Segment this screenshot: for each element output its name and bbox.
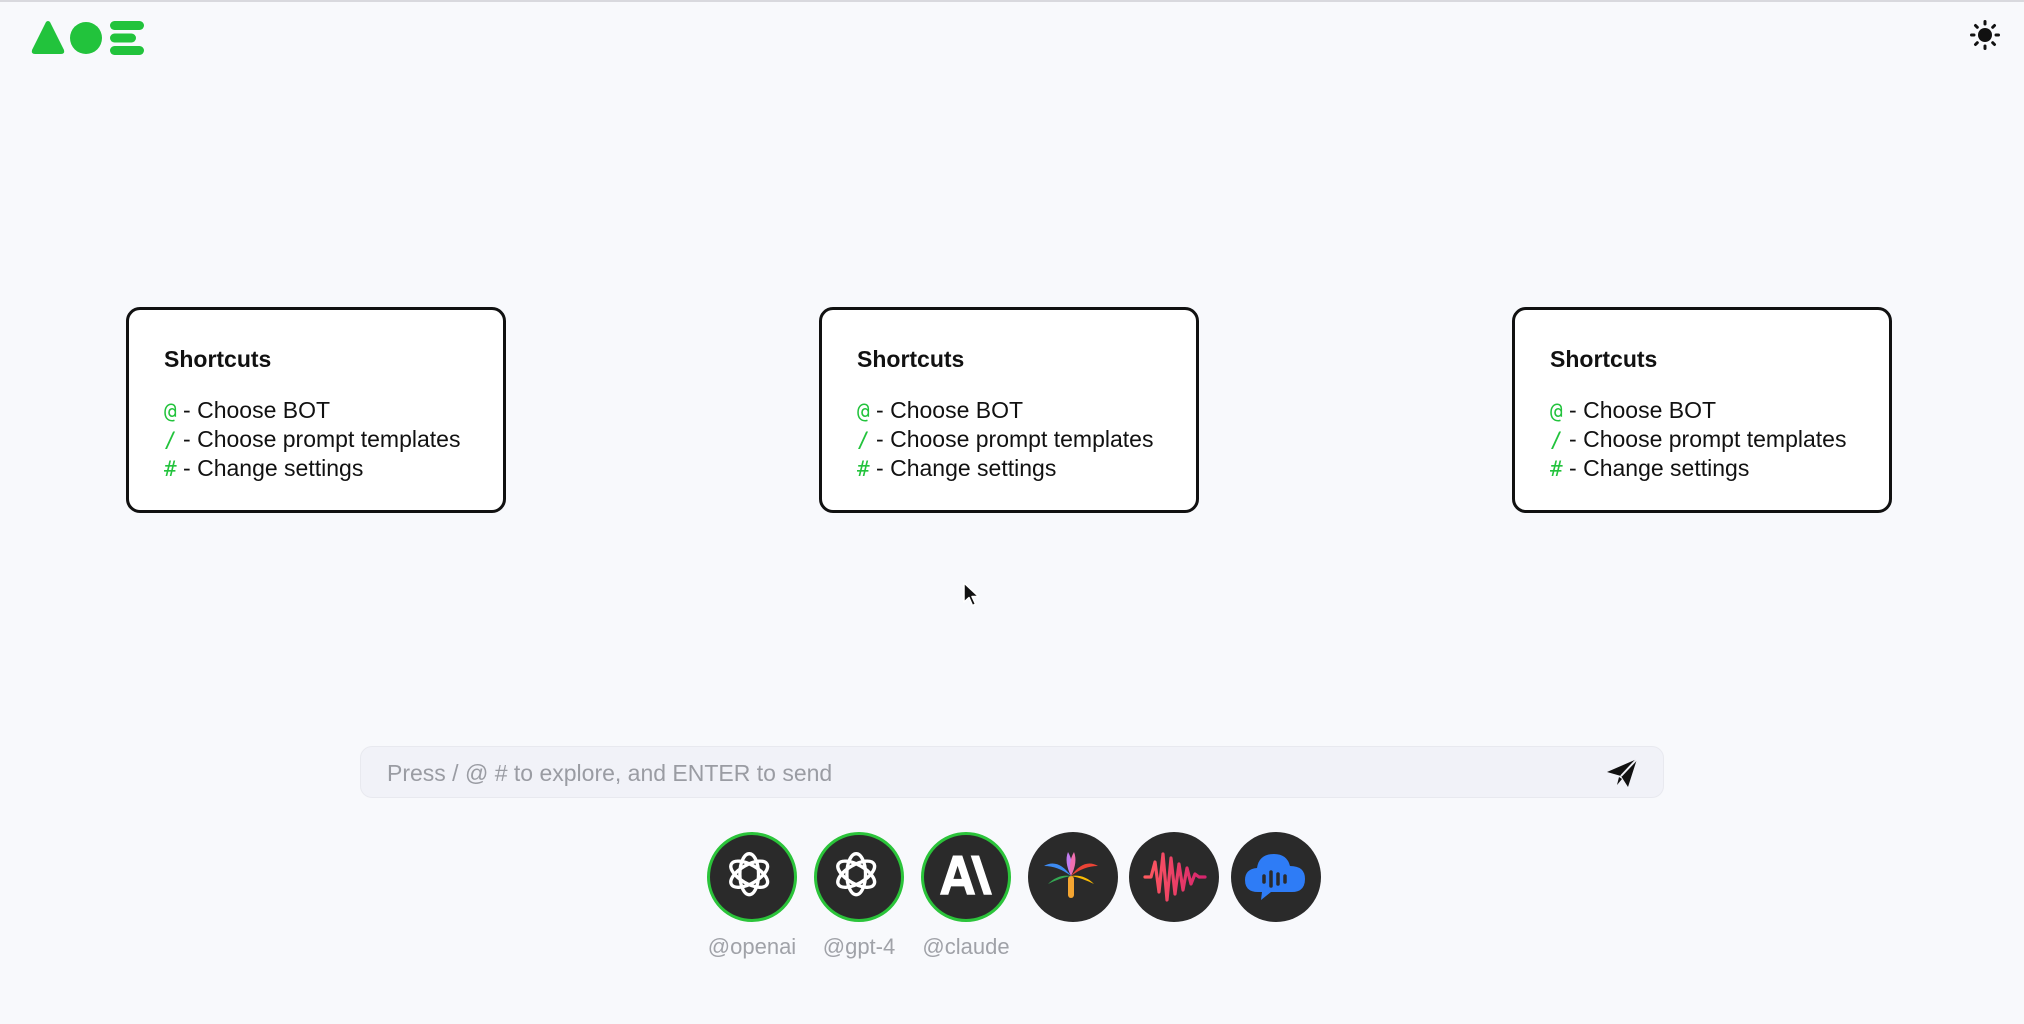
chat-input[interactable] — [385, 747, 1569, 799]
shortcut-desc: - Change settings — [869, 455, 1057, 481]
shortcut-row: @ - Choose BOT — [1550, 396, 1889, 425]
openai-icon — [836, 851, 877, 897]
chat-input-bar — [360, 746, 1664, 799]
shortcut-row: @ - Choose BOT — [164, 396, 503, 425]
shortcut-key: @ — [1550, 399, 1563, 423]
mouse-pointer-icon — [963, 582, 980, 607]
bot-label: @gpt-4 — [822, 934, 896, 959]
sun-icon[interactable] — [1970, 20, 2000, 50]
shortcut-desc: - Change settings — [176, 455, 364, 481]
shortcut-key: / — [164, 428, 177, 452]
shortcut-row: @ - Choose BOT — [857, 396, 1196, 425]
shortcut-row: # - Change settings — [857, 454, 1196, 483]
shortcut-desc: - Choose BOT — [1562, 397, 1717, 423]
shortcuts-card: Shortcuts @ - Choose BOT / - Choose prom… — [819, 307, 1199, 513]
shortcut-desc: - Choose BOT — [176, 397, 331, 423]
bot-palm[interactable] — [1028, 832, 1118, 922]
bot-soundwave[interactable] — [1129, 832, 1219, 922]
openai-icon — [729, 851, 770, 897]
shortcut-desc: - Choose prompt templates — [176, 426, 461, 452]
shortcut-row: / - Choose prompt templates — [164, 425, 503, 454]
shortcut-desc: - Change settings — [1562, 455, 1750, 481]
card-title: Shortcuts — [164, 346, 272, 372]
shortcut-key: @ — [164, 399, 177, 423]
bot-gpt-4[interactable] — [814, 832, 904, 922]
shortcut-row: / - Choose prompt templates — [857, 425, 1196, 454]
bot-openai[interactable] — [707, 832, 797, 922]
shortcut-row: / - Choose prompt templates — [1550, 425, 1889, 454]
shortcut-key: # — [1550, 457, 1563, 481]
shortcut-key: # — [164, 457, 177, 481]
bot-label: @openai — [707, 934, 797, 959]
shortcut-desc: - Choose prompt templates — [869, 426, 1154, 452]
shortcut-row: # - Change settings — [164, 454, 503, 483]
card-title: Shortcuts — [1550, 346, 1658, 372]
shortcut-desc: - Choose prompt templates — [1562, 426, 1847, 452]
aoe-logo — [31, 21, 144, 55]
shortcut-key: / — [857, 428, 870, 452]
palm-icon — [1044, 852, 1098, 898]
soundwave-icon — [1143, 852, 1207, 902]
anthropic-icon — [939, 855, 993, 895]
card-title: Shortcuts — [857, 346, 965, 372]
shortcut-key: @ — [857, 399, 870, 423]
shortcut-desc: - Choose BOT — [869, 397, 1024, 423]
shortcuts-card: Shortcuts @ - Choose BOT / - Choose prom… — [1512, 307, 1892, 513]
bot-cloud-chat[interactable] — [1231, 832, 1321, 922]
shortcut-row: # - Change settings — [1550, 454, 1889, 483]
shortcut-key: / — [1550, 428, 1563, 452]
shortcuts-card: Shortcuts @ - Choose BOT / - Choose prom… — [126, 307, 506, 513]
paper-plane-icon[interactable] — [1605, 757, 1639, 789]
shortcut-key: # — [857, 457, 870, 481]
cloud-chat-icon — [1245, 854, 1305, 900]
bot-claude[interactable] — [921, 832, 1011, 922]
top-divider — [0, 0, 2024, 2]
bot-label: @claude — [922, 934, 1010, 959]
